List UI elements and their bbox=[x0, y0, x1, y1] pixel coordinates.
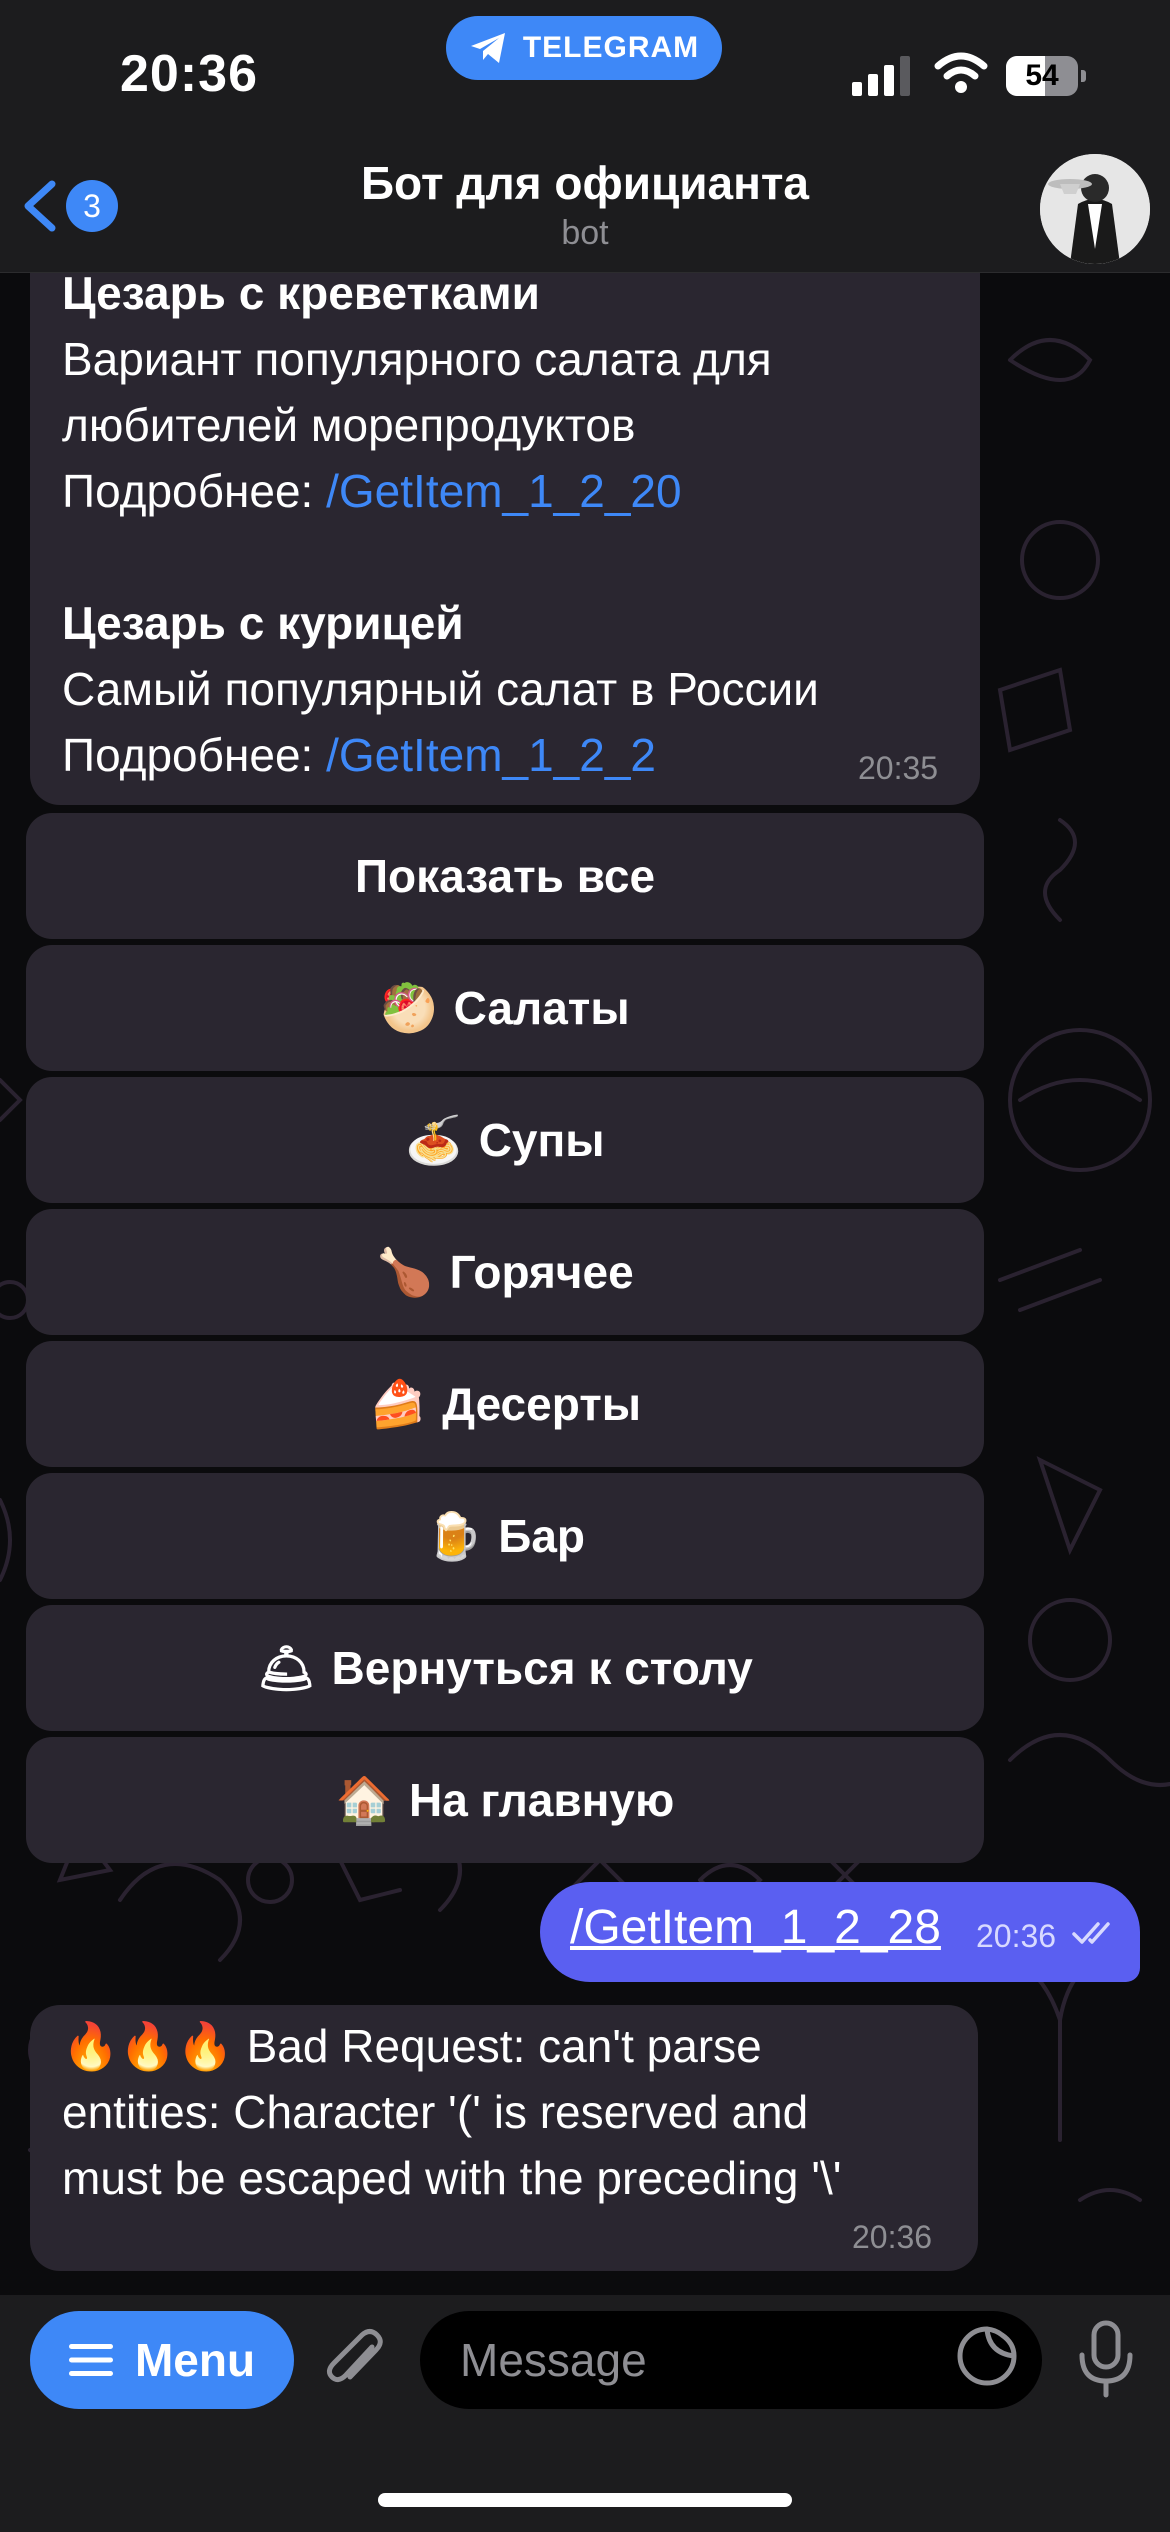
message-time: 20:36 bbox=[852, 2219, 933, 2255]
double-check-icon bbox=[1072, 1922, 1110, 1944]
drumstick-emoji-icon: 🍗 bbox=[376, 1245, 434, 1298]
bell-emoji-icon: 🛎 bbox=[257, 1641, 316, 1694]
error-line-1: 🔥🔥🔥 Bad Request: can't parse bbox=[62, 2020, 762, 2072]
item1-description-line1: Вариант популярного салата для bbox=[62, 333, 772, 385]
keyboard-button-hot-dishes[interactable]: 🍗 Горячее bbox=[26, 1209, 984, 1335]
outgoing-command-link[interactable]: /GetItem_1_2_28 bbox=[570, 1900, 941, 1955]
bot-menu-message: Цезарь с креветками Вариант популярного … bbox=[30, 260, 980, 805]
item1-command-link[interactable]: /GetItem_1_2_20 bbox=[326, 465, 681, 517]
item2-more-label: Подробнее: bbox=[62, 729, 327, 781]
chat-subtitle: bot bbox=[561, 214, 609, 252]
sticker-icon[interactable] bbox=[956, 2325, 1018, 2387]
soup-emoji-icon: 🍝 bbox=[405, 1113, 463, 1166]
bot-menu-button[interactable]: Menu bbox=[30, 2311, 294, 2409]
item1-description-line2: любителей морепродуктов bbox=[62, 399, 636, 451]
item2-description: Самый популярный салат в России bbox=[62, 663, 819, 715]
cake-emoji-icon: 🍰 bbox=[368, 1377, 427, 1430]
keyboard-button-bar[interactable]: 🍺 Бар bbox=[26, 1473, 984, 1599]
beer-emoji-icon: 🍺 bbox=[424, 1509, 483, 1562]
keyboard-button-label: Супы bbox=[478, 1114, 605, 1166]
waiter-avatar-image bbox=[1040, 154, 1150, 264]
keyboard-button-salads[interactable]: 🥙 Салаты bbox=[26, 945, 984, 1071]
salad-emoji-icon: 🥙 bbox=[380, 981, 438, 1034]
bot-menu-message-text: Цезарь с креветками Вариант популярного … bbox=[62, 260, 962, 788]
telegram-pill-label: TELEGRAM bbox=[522, 31, 700, 64]
outgoing-message: /GetItem_1_2_28 20:36 bbox=[540, 1882, 1140, 1982]
message-input-placeholder: Message bbox=[460, 2334, 647, 2386]
keyboard-button-label: Горячее bbox=[449, 1246, 634, 1298]
menu-lines-icon bbox=[68, 2344, 113, 2376]
keyboard-button-label: Бар bbox=[498, 1510, 586, 1562]
bot-error-message-text: 🔥🔥🔥 Bad Request: can't parse entities: C… bbox=[62, 2013, 962, 2211]
chat-title[interactable]: Бот для официанта bbox=[185, 156, 985, 210]
house-emoji-icon: 🏠 bbox=[335, 1773, 393, 1826]
message-input[interactable]: Message bbox=[420, 2311, 1042, 2409]
keyboard-button-label: Вернуться к столу bbox=[331, 1642, 753, 1694]
keyboard-button-back-to-table[interactable]: 🛎 Вернуться к столу bbox=[26, 1605, 984, 1731]
back-chevron-icon bbox=[24, 180, 56, 232]
keyboard-button-label: Десерты bbox=[442, 1378, 642, 1430]
paperclip-icon[interactable] bbox=[320, 2325, 394, 2399]
error-line-3: must be escaped with the preceding '\' bbox=[62, 2152, 842, 2204]
battery-icon: 54 bbox=[1006, 56, 1088, 96]
keyboard-button-label: Показать все bbox=[354, 850, 656, 902]
keyboard-button-desserts[interactable]: 🍰 Десерты bbox=[26, 1341, 984, 1467]
signal-icon bbox=[852, 56, 910, 96]
microphone-icon[interactable] bbox=[1076, 2319, 1136, 2399]
bot-menu-label: Menu bbox=[134, 2334, 256, 2386]
back-button[interactable]: 3 bbox=[18, 174, 138, 238]
telegram-icon bbox=[470, 33, 505, 63]
message-time: 20:36 bbox=[976, 1918, 1057, 1954]
avatar[interactable] bbox=[1040, 154, 1150, 264]
item2-title: Цезарь с курицей bbox=[62, 597, 464, 649]
message-time: 20:35 bbox=[858, 750, 939, 786]
keyboard-button-show-all[interactable]: Показать все bbox=[26, 813, 984, 939]
keyboard-button-label: На главную bbox=[408, 1774, 675, 1826]
item1-more-label: Подробнее: bbox=[62, 465, 327, 517]
keyboard-button-label: Салаты bbox=[453, 982, 630, 1034]
keyboard-button-soups[interactable]: 🍝 Супы bbox=[26, 1077, 984, 1203]
status-time: 20:36 bbox=[120, 45, 258, 103]
bot-error-message: 🔥🔥🔥 Bad Request: can't parse entities: C… bbox=[30, 2005, 978, 2271]
telegram-pill[interactable]: TELEGRAM bbox=[446, 16, 722, 80]
error-line-2: entities: Character '(' is reserved and bbox=[62, 2086, 809, 2138]
item2-command-link[interactable]: /GetItem_1_2_2 bbox=[326, 729, 656, 781]
unread-count-badge: 3 bbox=[66, 180, 118, 232]
wifi-icon bbox=[934, 52, 988, 93]
battery-level: 54 bbox=[1025, 59, 1059, 92]
home-indicator[interactable] bbox=[378, 2493, 792, 2507]
chat-header: 3 Бот для официанта bot bbox=[0, 150, 1170, 273]
keyboard-button-home[interactable]: 🏠 На главную bbox=[26, 1737, 984, 1863]
status-bar: 20:36 TELEGRAM 54 bbox=[0, 0, 1170, 150]
